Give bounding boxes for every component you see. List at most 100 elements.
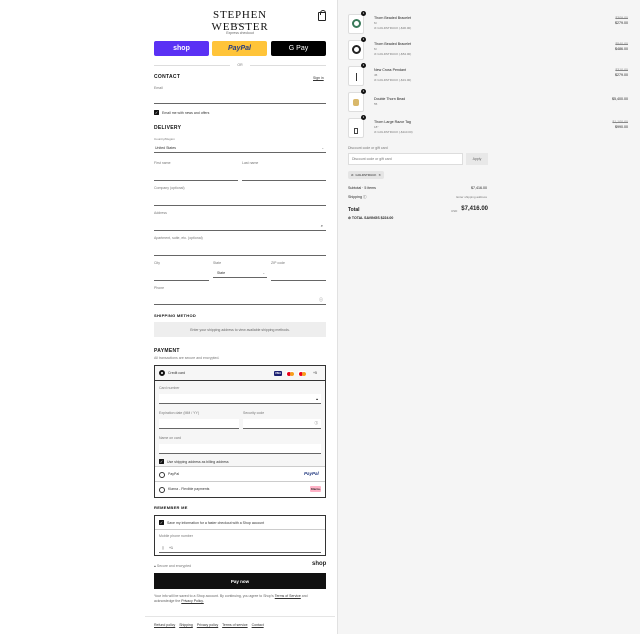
paypal-radio[interactable]	[159, 472, 165, 478]
item-price: $279.00	[615, 73, 628, 77]
credit-card-option[interactable]: Credit card VISA +5	[155, 366, 325, 381]
brand-logo[interactable]: STEPHEN WEBSTER	[190, 9, 290, 33]
footer-divider	[145, 616, 335, 617]
terms-of-service-link[interactable]: Terms of service	[222, 623, 247, 627]
apply-button[interactable]: Apply	[466, 153, 488, 165]
applied-code: GOLDSTRUCK	[355, 173, 377, 177]
tag-icon: ⊘	[351, 173, 354, 177]
security-code-field[interactable]: ⓘ	[243, 419, 321, 429]
news-label: Email me with news and offers	[162, 111, 210, 115]
state-label: State	[213, 261, 222, 265]
shipping-label: Shipping ⓘ	[348, 195, 367, 199]
address-field[interactable]: ⌕	[154, 221, 326, 231]
contact-link[interactable]: Contact	[252, 623, 264, 627]
or-label: OR	[237, 63, 243, 67]
close-icon[interactable]: ✕	[378, 173, 381, 177]
google-pay-button[interactable]: G Pay	[271, 41, 326, 56]
company-field[interactable]	[154, 196, 326, 206]
city-field[interactable]	[154, 271, 209, 281]
billing-checkbox[interactable]: ✓	[159, 459, 164, 464]
search-icon: ⌕	[320, 223, 323, 228]
state-select[interactable]: State ⌄	[213, 268, 267, 278]
item-old-price: $1,100.00	[612, 120, 628, 124]
phone-label: Phone	[154, 286, 165, 290]
total-value: $7,416.00	[461, 206, 488, 212]
terms-link[interactable]: Terms of Service	[275, 594, 301, 598]
email-field[interactable]	[154, 94, 326, 104]
contact-heading: CONTACT	[154, 74, 181, 80]
shipping-value: Enter shipping address	[456, 195, 487, 199]
city-label: City	[154, 261, 161, 265]
item-name: Thorn Large Razor Tag	[374, 120, 411, 124]
klarna-radio[interactable]	[159, 487, 165, 493]
zip-label: ZIP code	[271, 261, 285, 265]
card-number-field[interactable]: 🔒︎	[159, 394, 321, 404]
help-icon[interactable]: ⓘ	[319, 297, 323, 303]
privacy-policy-link[interactable]: Privacy policy	[197, 623, 218, 627]
visa-icon: VISA	[274, 371, 282, 376]
item-old-price: $310.00	[615, 68, 628, 72]
shopping-bag-icon[interactable]	[318, 10, 326, 21]
item-price: $486.00	[615, 47, 628, 51]
order-summary: 1 Thorn Beaded Bracelet M ⊘ GOLDSTRUCK (…	[337, 0, 640, 634]
item-old-price: $540.00	[615, 42, 628, 46]
paypal-option[interactable]: PayPal PayPal	[155, 467, 325, 482]
bracelet-thumbnail	[348, 40, 364, 60]
klarna-option[interactable]: Klarna - Flexible payments Klarna.	[155, 482, 325, 497]
payment-subtitle: All transactions are secure and encrypte…	[154, 356, 220, 360]
privacy-link[interactable]: Privacy Policy.	[181, 599, 204, 603]
expiry-field[interactable]	[159, 419, 239, 429]
zip-field[interactable]	[271, 271, 326, 281]
remember-checkbox[interactable]: ✓	[159, 520, 164, 525]
more-cards-label: +5	[313, 371, 317, 375]
shipping-link[interactable]: Shipping	[179, 623, 193, 627]
item-discount: ⊘ GOLDSTRUCK (-$30.00)	[374, 26, 412, 30]
phone-icon: ▯	[162, 545, 164, 550]
tag-icon: ⊘	[348, 216, 351, 220]
credit-card-radio[interactable]	[159, 370, 165, 376]
subtotal-value: $7,416.00	[471, 186, 487, 190]
paypal-label: PayPal	[168, 472, 180, 476]
applied-code-chip: ⊘ GOLDSTRUCK ✕	[348, 171, 384, 179]
item-variant: M	[374, 21, 377, 25]
help-icon[interactable]: ⓘ	[363, 195, 367, 199]
news-checkbox[interactable]: ✓	[154, 110, 159, 115]
card-form: Card number 🔒︎ Expiration date (MM / YY)…	[155, 381, 325, 467]
bead-thumbnail	[348, 92, 364, 112]
pay-now-button[interactable]: Pay now	[154, 573, 326, 589]
cart-item: 1 Thorn Beaded Bracelet M ⊘ GOLDSTRUCK (…	[348, 37, 628, 62]
item-discount: ⊘ GOLDSTRUCK (-$110.00)	[374, 130, 413, 134]
first-name-field[interactable]	[154, 171, 238, 181]
sign-in-link[interactable]: Sign in	[313, 76, 324, 80]
shop-pay-button[interactable]: shop	[154, 41, 209, 56]
mobile-phone-field[interactable]: ▯ +1	[159, 543, 321, 553]
help-icon[interactable]: ⓘ	[315, 421, 319, 426]
paypal-button[interactable]: PayPal	[212, 41, 267, 56]
cart-item: 1 Thorn Beaded Bracelet M ⊘ GOLDSTRUCK (…	[348, 11, 628, 36]
item-variant: M	[374, 47, 377, 51]
item-name: Thorn Beaded Bracelet	[374, 16, 411, 20]
country-select[interactable]: United States ⌄	[154, 143, 326, 153]
expiry-label: Expiration date (MM / YY)	[159, 411, 200, 415]
shipping-notice: Enter your shipping address to view avai…	[154, 322, 326, 337]
last-name-field[interactable]	[242, 171, 326, 181]
name-on-card-field[interactable]	[159, 444, 321, 454]
remember-box: ✓ Save my information for a faster check…	[154, 515, 326, 556]
mastercard-icon	[286, 371, 294, 376]
quantity-badge: 1	[361, 89, 366, 94]
first-name-label: First name	[154, 161, 171, 165]
discount-input[interactable]	[348, 153, 463, 165]
item-old-price: $309.00	[615, 16, 628, 20]
phone-field[interactable]: ⓘ	[154, 295, 326, 305]
phone-prefix: +1	[169, 545, 173, 550]
divider	[155, 529, 325, 530]
chevron-down-icon: ⌄	[262, 271, 265, 275]
refund-policy-link[interactable]: Refund policy	[154, 623, 175, 627]
billing-label: Use shipping address as billing address	[167, 460, 229, 464]
last-name-label: Last name	[242, 161, 259, 165]
cart-item: 1 Thorn Large Razor Tag 18" ⊘ GOLDSTRUCK…	[348, 115, 628, 140]
lock-icon: 🔒︎	[154, 564, 156, 568]
apartment-field[interactable]	[154, 246, 326, 256]
payment-heading: PAYMENT	[154, 348, 180, 354]
payment-options: Credit card VISA +5 Card number 🔒︎ Expir…	[154, 365, 326, 498]
